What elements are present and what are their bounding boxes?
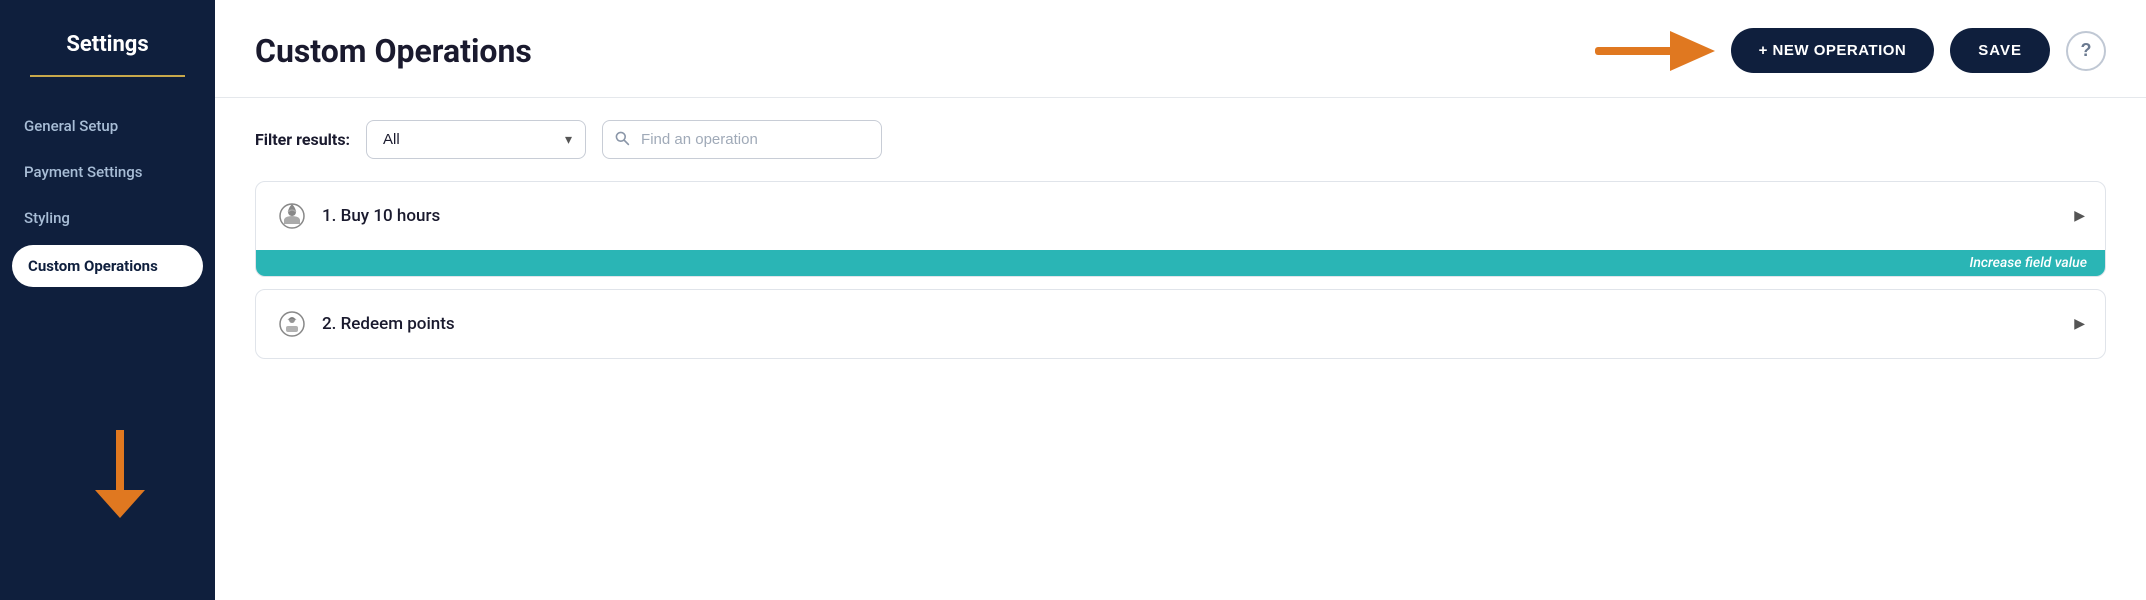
operation-row-1[interactable]: 1. Buy 10 hours ▶ (256, 182, 2105, 250)
sidebar-item-label: General Setup (24, 117, 118, 135)
filter-row: Filter results: All Active Inactive ▾ (215, 98, 2146, 181)
new-operation-button[interactable]: + NEW OPERATION (1731, 28, 1935, 73)
operation-item-2: 2. Redeem points ▶ (255, 289, 2106, 359)
sidebar-title: Settings (0, 32, 215, 57)
operations-list: 1. Buy 10 hours ▶ Increase field value 2 (215, 181, 2146, 600)
right-arrow-icon (1595, 31, 1715, 71)
operation-name-1: 1. Buy 10 hours (322, 206, 2064, 226)
arrow-indicator (1595, 31, 1715, 71)
sidebar-nav: General Setup Payment Settings Styling C… (0, 105, 215, 289)
page-header: Custom Operations + NEW OPERATION SAVE ? (215, 0, 2146, 98)
save-button[interactable]: SAVE (1950, 28, 2050, 73)
operation-icon-1 (276, 200, 308, 232)
save-label: SAVE (1978, 42, 2022, 59)
filter-label: Filter results: (255, 130, 350, 149)
operation-name-2: 2. Redeem points (322, 314, 2064, 334)
main-content: Custom Operations + NEW OPERATION SAVE ?… (215, 0, 2146, 600)
help-label: ? (2081, 40, 2092, 61)
help-button[interactable]: ? (2066, 31, 2106, 71)
operation-chevron-1: ▶ (2074, 208, 2085, 224)
sidebar-item-payment-settings[interactable]: Payment Settings (0, 151, 215, 193)
sidebar-item-styling[interactable]: Styling (0, 197, 215, 239)
search-input[interactable] (602, 120, 882, 159)
sidebar: Settings General Setup Payment Settings … (0, 0, 215, 600)
filter-select-wrapper: All Active Inactive ▾ (366, 120, 586, 159)
operation-icon-2 (276, 308, 308, 340)
header-actions: + NEW OPERATION SAVE ? (1595, 28, 2106, 73)
page-title: Custom Operations (255, 32, 1575, 70)
search-wrapper (602, 120, 882, 159)
sidebar-item-label: Styling (24, 209, 70, 227)
sidebar-item-label: Payment Settings (24, 163, 143, 181)
filter-select[interactable]: All Active Inactive (366, 120, 586, 159)
search-icon (614, 130, 630, 150)
sidebar-item-custom-operations[interactable]: Custom Operations (12, 245, 203, 287)
operation-item-1: 1. Buy 10 hours ▶ Increase field value (255, 181, 2106, 277)
sidebar-item-label: Custom Operations (28, 257, 158, 275)
sidebar-item-general-setup[interactable]: General Setup (0, 105, 215, 147)
new-operation-label: + NEW OPERATION (1759, 42, 1907, 59)
operation-row-2[interactable]: 2. Redeem points ▶ (256, 290, 2105, 358)
operation-tag-1: Increase field value (256, 250, 2105, 276)
operation-chevron-2: ▶ (2074, 316, 2085, 332)
sidebar-divider (30, 75, 185, 77)
